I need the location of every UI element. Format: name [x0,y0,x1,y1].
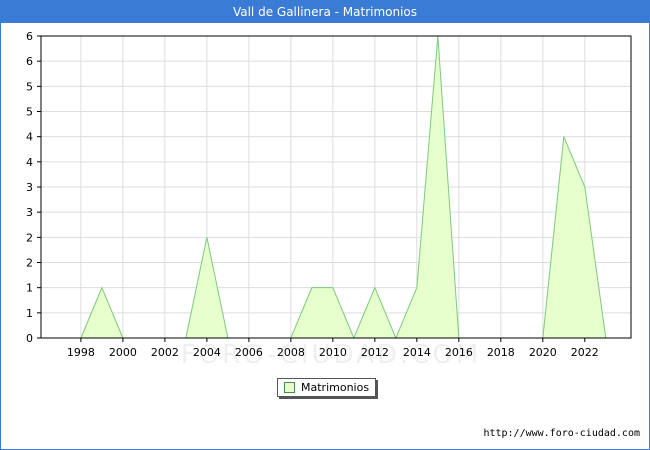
y-tick-label: 6 [26,55,33,68]
y-tick-label: 3 [26,181,33,194]
x-tick-label: 2020 [529,346,557,359]
x-tick-label: 2012 [361,346,389,359]
x-axis-ticks: 1998 2000 2002 2004 2006 2008 2010 2012 2014 2016… [67,338,599,359]
x-tick-label: 2006 [235,346,263,359]
x-tick-label: 2022 [571,346,599,359]
x-tick-label: 2016 [445,346,473,359]
y-tick-label: 6 [26,30,33,43]
x-tick-label: 2014 [403,346,431,359]
legend-swatch [284,382,295,393]
y-tick-label: 3 [26,206,33,219]
x-tick-label: 2018 [487,346,515,359]
x-tick-label: 2002 [151,346,179,359]
legend: Matrimonios [277,378,377,397]
legend-label: Matrimonios [301,381,370,394]
x-tick-label: 2000 [109,346,137,359]
y-tick-label: 5 [26,80,33,93]
y-tick-label: 4 [26,156,33,169]
grid-lines [41,35,631,339]
x-tick-label: 2008 [277,346,305,359]
y-tick-label: 2 [26,231,33,244]
chart-frame: Vall de Gallinera - Matrimonios FORO-CIU… [0,0,650,450]
x-tick-label: 1998 [67,346,95,359]
y-axis-ticks: 0 1 1 2 2 3 3 4 4 5 5 6 6 [26,30,41,345]
y-tick-label: 0 [26,332,33,345]
y-tick-label: 4 [26,131,33,144]
x-tick-label: 2004 [193,346,221,359]
y-tick-label: 5 [26,106,33,119]
y-tick-label: 1 [26,282,33,295]
source-url: http://www.foro-ciudad.com [483,428,640,439]
x-tick-label: 2010 [319,346,347,359]
y-tick-label: 2 [26,257,33,270]
y-tick-label: 1 [26,307,33,320]
